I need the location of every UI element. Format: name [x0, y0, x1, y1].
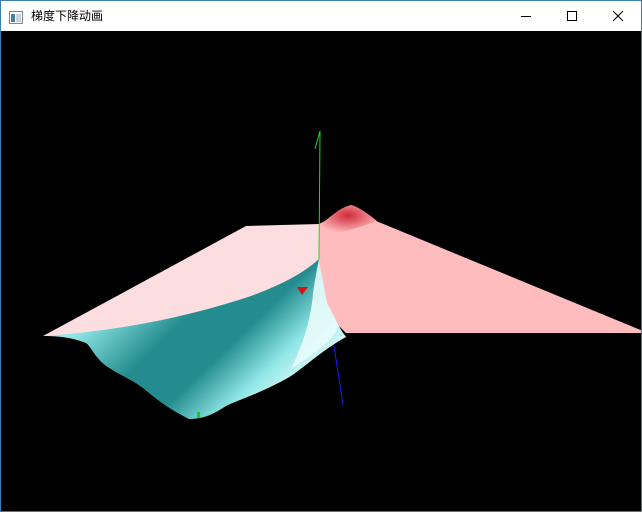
- maximize-icon: [567, 11, 577, 21]
- gradient-descent-scene: [43, 130, 641, 419]
- surface-right-plane: [319, 209, 641, 333]
- minimize-icon: [521, 16, 531, 17]
- close-button[interactable]: [595, 1, 641, 31]
- title-bar[interactable]: 梯度下降动画: [1, 1, 641, 31]
- minimum-point-marker: [197, 412, 200, 418]
- close-icon: [612, 10, 624, 22]
- z-axis-line: [333, 345, 344, 406]
- y-axis-tip: [314, 130, 321, 150]
- app-window: 梯度下降动画: [0, 0, 642, 512]
- render-viewport[interactable]: [1, 31, 641, 511]
- maximize-button[interactable]: [549, 1, 595, 31]
- window-title: 梯度下降动画: [31, 9, 104, 23]
- app-window-icon: [9, 9, 23, 24]
- minimize-button[interactable]: [503, 1, 549, 31]
